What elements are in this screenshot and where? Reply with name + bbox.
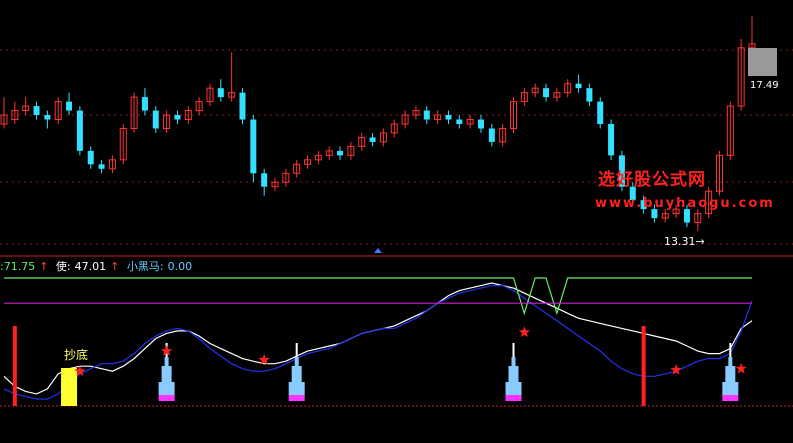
candle-body bbox=[369, 137, 376, 142]
candle-body bbox=[683, 209, 690, 223]
candle-body bbox=[543, 88, 550, 98]
panel-arrow-icon bbox=[374, 248, 382, 253]
stock-chart bbox=[0, 16, 793, 407]
star-icon bbox=[670, 364, 682, 375]
red-signal-bar bbox=[641, 326, 646, 406]
stack-level bbox=[508, 366, 519, 382]
candle-body bbox=[152, 110, 159, 129]
candle-body bbox=[597, 101, 604, 124]
stack-level bbox=[505, 382, 522, 395]
stack-base bbox=[505, 395, 522, 401]
candle-body bbox=[261, 173, 268, 187]
candle-body bbox=[477, 119, 484, 129]
candle-body bbox=[456, 119, 463, 124]
candle-body bbox=[44, 115, 51, 120]
candle-body bbox=[66, 101, 73, 111]
candle-body bbox=[217, 88, 224, 98]
readout-label-3: 小黑马: bbox=[126, 260, 164, 273]
stack-level bbox=[158, 382, 175, 395]
up-arrow-icon: ↑ bbox=[110, 260, 120, 273]
indicator-readout: :71.75 ↑ 使: 47.01 ↑ 小黑马: 0.00 bbox=[0, 258, 196, 276]
stack-tip bbox=[295, 343, 298, 357]
candle-body bbox=[33, 106, 40, 116]
stack-level bbox=[164, 357, 169, 366]
candle-body bbox=[586, 88, 593, 102]
candle-body bbox=[575, 83, 582, 89]
yellow-signal-bar bbox=[61, 368, 78, 406]
stack-level bbox=[291, 366, 302, 382]
stack-level bbox=[722, 382, 739, 395]
low-price-label: 13.31→ bbox=[664, 235, 705, 248]
readout-value-1: :71.75 bbox=[0, 260, 36, 273]
candle-body bbox=[87, 150, 94, 165]
candle-body bbox=[445, 115, 452, 120]
star-icon bbox=[518, 326, 531, 337]
stack-tip bbox=[512, 343, 515, 357]
candle-body bbox=[239, 92, 246, 120]
candle-body bbox=[76, 110, 83, 151]
star-icon bbox=[735, 362, 747, 374]
stack-level bbox=[161, 366, 172, 382]
stack-base bbox=[722, 395, 739, 401]
stack-tip bbox=[729, 343, 732, 357]
readout-value-3: 0.00 bbox=[167, 260, 193, 273]
indicator-line bbox=[4, 277, 752, 316]
bottom-signal-label: 抄底 bbox=[64, 348, 89, 362]
candle-body bbox=[174, 115, 181, 120]
red-signal-bar bbox=[12, 326, 17, 406]
readout-value-2: 47.01 bbox=[74, 260, 107, 273]
stack-base bbox=[158, 395, 175, 401]
watermark-cn: 选好股公式网 bbox=[598, 170, 706, 190]
stack-level bbox=[288, 382, 305, 395]
candle-body bbox=[250, 119, 257, 174]
up-arrow-icon: ↑ bbox=[39, 260, 49, 273]
candle-body bbox=[423, 110, 430, 120]
candle-body bbox=[141, 97, 148, 111]
grid-lines bbox=[0, 49, 793, 245]
price-marker-box bbox=[748, 48, 777, 76]
stack-base bbox=[288, 395, 305, 401]
stack-level bbox=[725, 366, 736, 382]
stack-level bbox=[294, 357, 299, 366]
candle-body bbox=[337, 150, 344, 156]
indicator-panel bbox=[3, 277, 753, 400]
candle-body bbox=[488, 128, 495, 142]
candle-body bbox=[608, 124, 615, 156]
indicator-line bbox=[3, 282, 753, 395]
readout-label-2: 使: bbox=[55, 260, 71, 273]
stack-level bbox=[511, 357, 516, 366]
high-price-label: 17.49 bbox=[750, 80, 779, 91]
stack-level bbox=[728, 357, 733, 366]
watermark-url: www.buyhaogu.com bbox=[595, 196, 775, 211]
candle-body bbox=[98, 164, 105, 169]
